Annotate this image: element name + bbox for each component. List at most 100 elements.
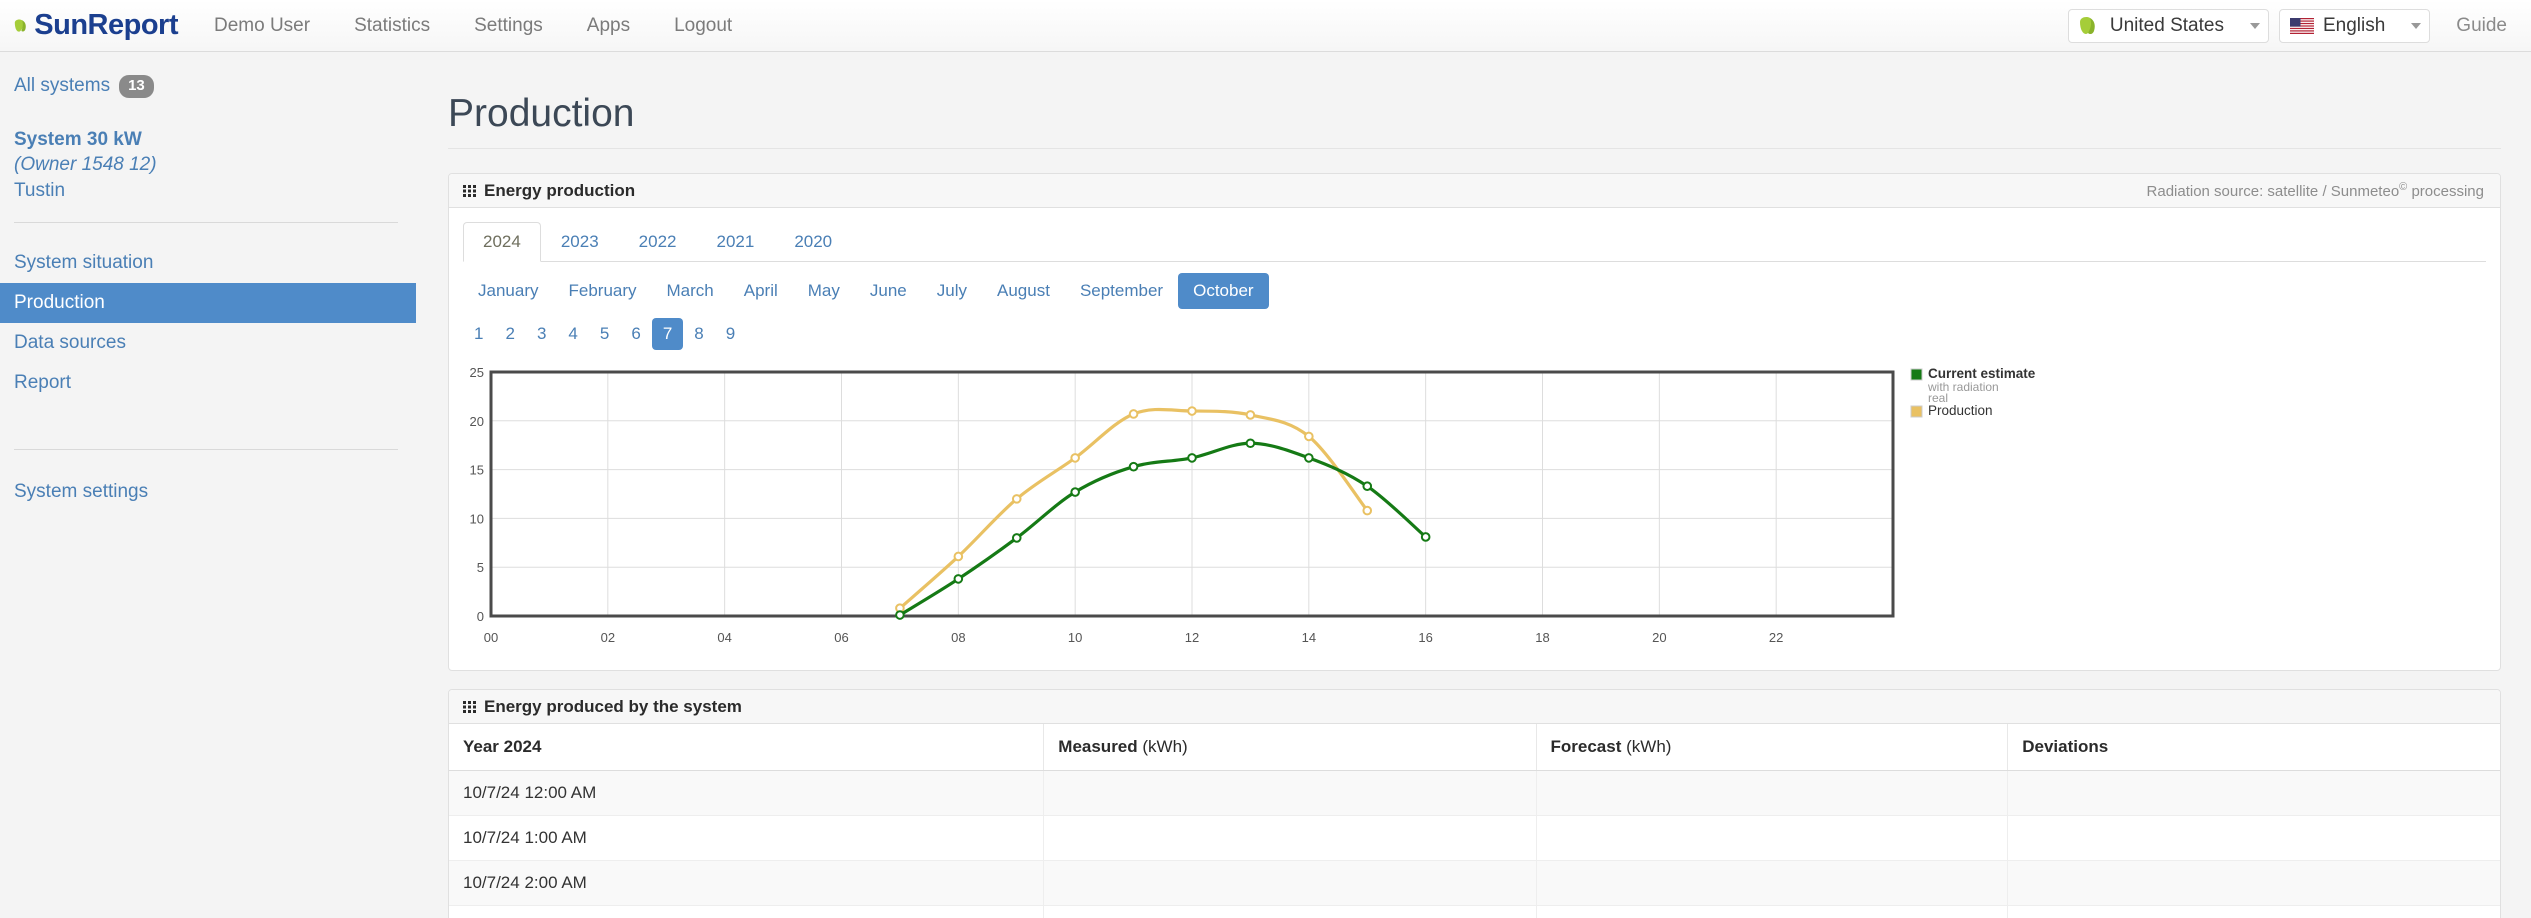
table-row[interactable]: 10/7/24 2:00 AM	[449, 860, 2500, 906]
year-tab-2023[interactable]: 2023	[541, 222, 619, 262]
radiation-source-prefix: Radiation source: satellite / Sunmeteo	[2146, 183, 2400, 200]
year-tab-2020[interactable]: 2020	[774, 222, 852, 262]
sidebar-item-production[interactable]: Production	[0, 282, 416, 323]
cell-time: 10/7/24 1:00 AM	[449, 815, 1045, 861]
energy-produced-panel-header: Energy produced by the system	[449, 690, 2500, 724]
x-axis-tick-label: 20	[1652, 630, 1666, 645]
all-systems-label[interactable]: All systems	[14, 75, 110, 97]
chart-data-point[interactable]	[1070, 487, 1080, 497]
cell-deviation	[2007, 770, 2500, 816]
day-tab-5[interactable]: 5	[589, 318, 620, 350]
brand-logo-area[interactable]: SunReport	[0, 8, 178, 44]
nav-item-apps[interactable]: Apps	[565, 0, 652, 52]
chart-data-point[interactable]	[1011, 533, 1022, 543]
energy-produced-title: Energy produced by the system	[484, 696, 742, 716]
chart-data-point[interactable]	[1304, 431, 1314, 442]
table-row[interactable]: 10/7/24 1:00 AM	[449, 815, 2500, 861]
chart-data-point[interactable]	[1245, 410, 1256, 420]
y-axis-tick-label: 0	[477, 609, 484, 624]
chart-data-point[interactable]	[1011, 494, 1022, 504]
y-axis-tick-label: 10	[470, 511, 484, 526]
language-selector[interactable]: English	[2278, 9, 2431, 43]
chart-series-current-estimate	[895, 438, 1431, 620]
column-header-deviations-label: Deviations	[2022, 737, 2109, 756]
chart-data-point[interactable]	[1420, 532, 1431, 542]
chart-data-point[interactable]	[1128, 461, 1139, 472]
x-axis-tick-label: 16	[1418, 630, 1432, 645]
energy-production-panel-header: Energy production Radiation source: sate…	[449, 174, 2500, 208]
day-tab-8[interactable]: 8	[683, 318, 714, 350]
x-axis-tick-label: 14	[1302, 630, 1316, 645]
chart-series-line	[898, 441, 1428, 617]
day-tab-1[interactable]: 1	[463, 318, 494, 350]
day-tab-2[interactable]: 2	[494, 318, 525, 350]
nav-item-demo-user[interactable]: Demo User	[192, 0, 332, 52]
legend-swatch-current-estimate	[1910, 368, 1923, 381]
year-tab-2021[interactable]: 2021	[696, 222, 774, 262]
day-tab-7[interactable]: 7	[651, 318, 684, 350]
sidebar-item-system-situation[interactable]: System situation	[0, 243, 416, 283]
column-header-forecast-label: Forecast	[1550, 737, 1627, 756]
table-body: 10/7/24 12:00 AM 10/7/24 1:00 AM 10/7/24 2…	[449, 770, 2500, 918]
sidebar-divider-top	[14, 221, 398, 223]
main-nav-links: Demo User Statistics Settings Apps Logou…	[192, 0, 754, 52]
chart-data-point[interactable]	[953, 574, 964, 584]
month-tab-february[interactable]: February	[553, 273, 651, 309]
current-system-block[interactable]: System 30 kW (Owner 1548 12) Tustin	[0, 103, 416, 208]
nav-item-statistics[interactable]: Statistics	[332, 0, 452, 52]
month-tab-october[interactable]: October	[1178, 273, 1269, 309]
page-title: Production	[448, 92, 2501, 149]
chart-data-point[interactable]	[895, 610, 905, 620]
month-tab-june[interactable]: June	[855, 273, 922, 309]
month-tab-may[interactable]: May	[793, 273, 855, 309]
day-tab-4[interactable]: 4	[557, 318, 588, 350]
column-header-year: Year 2024	[449, 724, 1045, 771]
year-tab-2024[interactable]: 2024	[463, 222, 541, 262]
y-axis-tick-label: 15	[470, 463, 484, 478]
chart-data-point[interactable]	[953, 551, 964, 562]
cell-deviation	[2007, 815, 2500, 861]
chart-series-production	[895, 406, 1373, 613]
table-header: Year 2024 Measured (kWh) Forecast (kWh) …	[449, 724, 2500, 771]
year-tab-2022[interactable]: 2022	[619, 222, 697, 262]
table-row[interactable]: 10/7/24 3:00 AM	[449, 905, 2500, 918]
chart-data-point[interactable]	[1128, 409, 1139, 419]
month-tab-september[interactable]: September	[1065, 273, 1178, 309]
day-tab-3[interactable]: 3	[526, 318, 557, 350]
radiation-source-note: Radiation source: satellite / Sunmeteo© …	[2147, 181, 2484, 200]
top-navigation-bar: SunReport Demo User Statistics Settings …	[0, 0, 2531, 52]
page-layout: All systems 13 System 30 kW (Owner 1548 …	[0, 52, 2531, 918]
month-tab-july[interactable]: July	[922, 273, 982, 309]
y-axis-tick-label: 5	[477, 560, 484, 575]
day-tab-9[interactable]: 9	[715, 318, 746, 350]
month-tab-january[interactable]: January	[463, 273, 553, 309]
sidebar-item-system-settings[interactable]: System settings	[0, 472, 416, 512]
cell-measured	[1043, 860, 1537, 906]
day-tab-6[interactable]: 6	[620, 318, 651, 350]
chart-data-point[interactable]	[1187, 453, 1197, 463]
nav-item-logout[interactable]: Logout	[652, 0, 754, 52]
sidebar-item-all-systems[interactable]: All systems 13	[0, 70, 416, 103]
country-selector[interactable]: United States	[2067, 9, 2269, 43]
nav-item-settings[interactable]: Settings	[452, 0, 565, 52]
chart-data-point[interactable]	[1245, 438, 1256, 449]
table-header-row: Year 2024 Measured (kWh) Forecast (kWh) …	[449, 724, 2500, 771]
chevron-down-icon	[2411, 23, 2422, 29]
sidebar-item-report[interactable]: Report	[0, 363, 416, 403]
sidebar-item-data-sources[interactable]: Data sources	[0, 323, 416, 363]
month-tab-march[interactable]: March	[652, 273, 729, 309]
chart-data-point[interactable]	[1304, 453, 1314, 463]
cell-time: 10/7/24 2:00 AM	[449, 860, 1045, 906]
chart-data-point[interactable]	[1362, 505, 1373, 516]
chart-data-point[interactable]	[1362, 481, 1373, 491]
table-row[interactable]: 10/7/24 12:00 AM	[449, 770, 2500, 816]
brand-name: SunReport	[34, 9, 178, 41]
month-tab-august[interactable]: August	[982, 273, 1065, 309]
guide-link[interactable]: Guide	[2456, 15, 2513, 37]
x-axis-tick-label: 04	[717, 630, 731, 645]
chart-data-point[interactable]	[1187, 406, 1197, 416]
legend-swatch-production	[1910, 405, 1923, 418]
energy-produced-table: Year 2024 Measured (kWh) Forecast (kWh) …	[449, 724, 2500, 918]
chart-data-point[interactable]	[1070, 453, 1080, 463]
month-tab-april[interactable]: April	[729, 273, 793, 309]
